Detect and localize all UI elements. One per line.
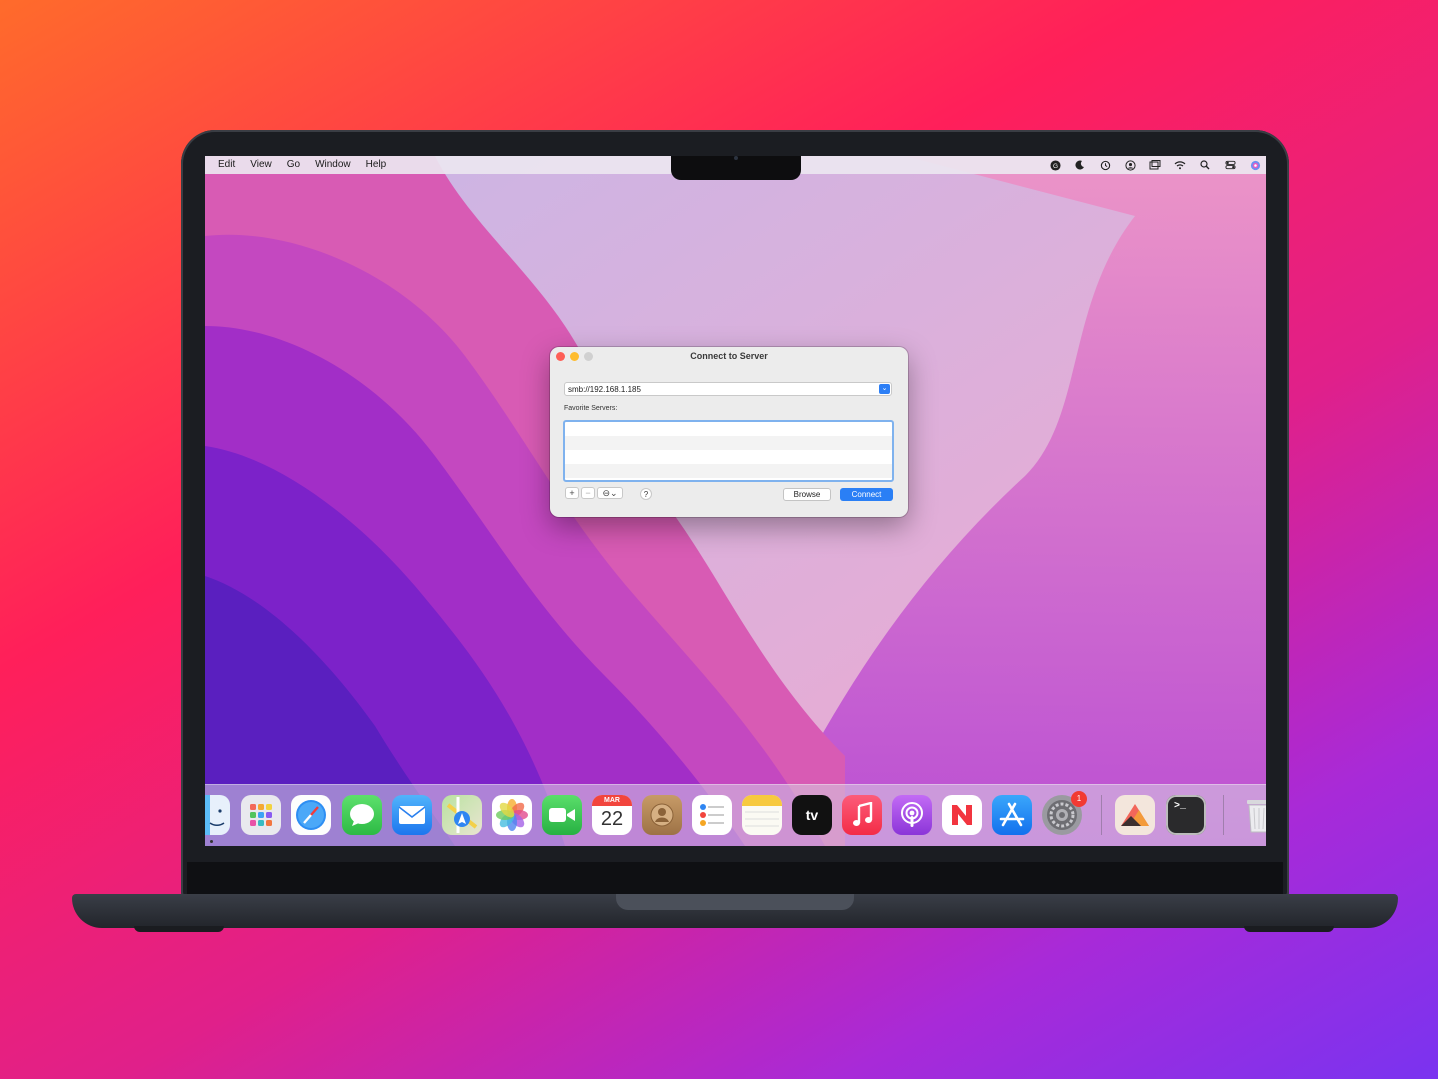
- messages-icon[interactable]: [342, 795, 382, 835]
- menu-items: Edit View Go Window Help: [218, 159, 401, 170]
- terminal-prompt: >_: [1174, 801, 1187, 812]
- facetime-icon[interactable]: [542, 795, 582, 835]
- search-icon[interactable]: [1198, 158, 1212, 172]
- connect-to-server-dialog: Connect to Server smb://192.168.1.185 ⌄ …: [550, 347, 908, 517]
- control-center-icon[interactable]: [1223, 158, 1237, 172]
- app-store-icon[interactable]: [992, 795, 1032, 835]
- launchpad-icon[interactable]: [241, 795, 281, 835]
- laptop-opening-notch: [616, 894, 854, 910]
- menu-help[interactable]: Help: [366, 159, 387, 170]
- laptop-foot-left: [134, 926, 224, 932]
- chevron-down-icon[interactable]: ⌄: [879, 384, 890, 394]
- camera: [734, 156, 738, 160]
- notification-badge: 1: [1071, 791, 1087, 807]
- trash-icon[interactable]: [1239, 795, 1266, 835]
- laptop-chin: [187, 862, 1283, 894]
- connect-button[interactable]: Connect: [840, 488, 893, 501]
- favorites-toolbar: + − ⊖⌄: [565, 487, 623, 499]
- siri-icon[interactable]: [1248, 158, 1262, 172]
- menu-go[interactable]: Go: [287, 159, 300, 170]
- add-favorite-button[interactable]: +: [565, 487, 579, 499]
- dock-separator: [1223, 795, 1224, 835]
- grammarly-icon[interactable]: G: [1048, 158, 1062, 172]
- dock-separator: [1101, 795, 1102, 835]
- list-item[interactable]: [565, 464, 892, 478]
- favorite-servers-list[interactable]: [563, 420, 894, 482]
- news-icon[interactable]: [942, 795, 982, 835]
- music-icon[interactable]: [842, 795, 882, 835]
- dock: MAR 22 tv 1 >_: [205, 784, 1266, 846]
- list-item[interactable]: [565, 436, 892, 450]
- calendar-icon[interactable]: MAR 22: [592, 795, 632, 835]
- laptop-foot-right: [1244, 926, 1334, 932]
- window-icon[interactable]: [1148, 158, 1162, 172]
- podcasts-icon[interactable]: [892, 795, 932, 835]
- dialog-title: Connect to Server: [690, 351, 768, 361]
- dialog-titlebar[interactable]: Connect to Server: [550, 347, 908, 367]
- safari-icon[interactable]: [291, 795, 331, 835]
- menu-window[interactable]: Window: [315, 159, 351, 170]
- notes-icon[interactable]: [742, 795, 782, 835]
- maps-icon[interactable]: [442, 795, 482, 835]
- mail-icon[interactable]: [392, 795, 432, 835]
- running-indicator: [210, 840, 213, 843]
- photos-icon[interactable]: [492, 795, 532, 835]
- camera-notch: [671, 156, 801, 180]
- menu-edit[interactable]: Edit: [218, 159, 235, 170]
- tv-label: tv: [805, 807, 819, 823]
- wifi-icon[interactable]: [1173, 158, 1187, 172]
- affinity-icon[interactable]: [1115, 795, 1155, 835]
- calendar-month: MAR: [592, 795, 632, 806]
- server-address-field[interactable]: smb://192.168.1.185 ⌄: [564, 382, 892, 396]
- time-machine-icon[interactable]: [1098, 158, 1112, 172]
- svg-text:G: G: [1053, 162, 1058, 169]
- tv-icon[interactable]: tv: [792, 795, 832, 835]
- contacts-icon[interactable]: [642, 795, 682, 835]
- options-menu-button[interactable]: ⊖⌄: [597, 487, 623, 499]
- list-item[interactable]: [565, 450, 892, 464]
- favorite-servers-label: Favorite Servers:: [564, 405, 618, 412]
- server-address-value: smb://192.168.1.185: [568, 385, 641, 394]
- remove-favorite-button[interactable]: −: [581, 487, 595, 499]
- list-item[interactable]: [565, 422, 892, 436]
- screen: Edit View Go Window Help G Connect to Se…: [205, 156, 1266, 846]
- user-icon[interactable]: [1123, 158, 1137, 172]
- finder-icon[interactable]: [205, 795, 230, 835]
- browse-button[interactable]: Browse: [783, 488, 831, 501]
- menu-view[interactable]: View: [250, 159, 272, 170]
- reminders-icon[interactable]: [692, 795, 732, 835]
- calendar-day: 22: [600, 808, 624, 830]
- help-button[interactable]: ?: [640, 488, 652, 500]
- terminal-icon[interactable]: >_: [1166, 795, 1206, 835]
- status-menu: G: [1048, 158, 1262, 172]
- moon-icon[interactable]: [1073, 158, 1087, 172]
